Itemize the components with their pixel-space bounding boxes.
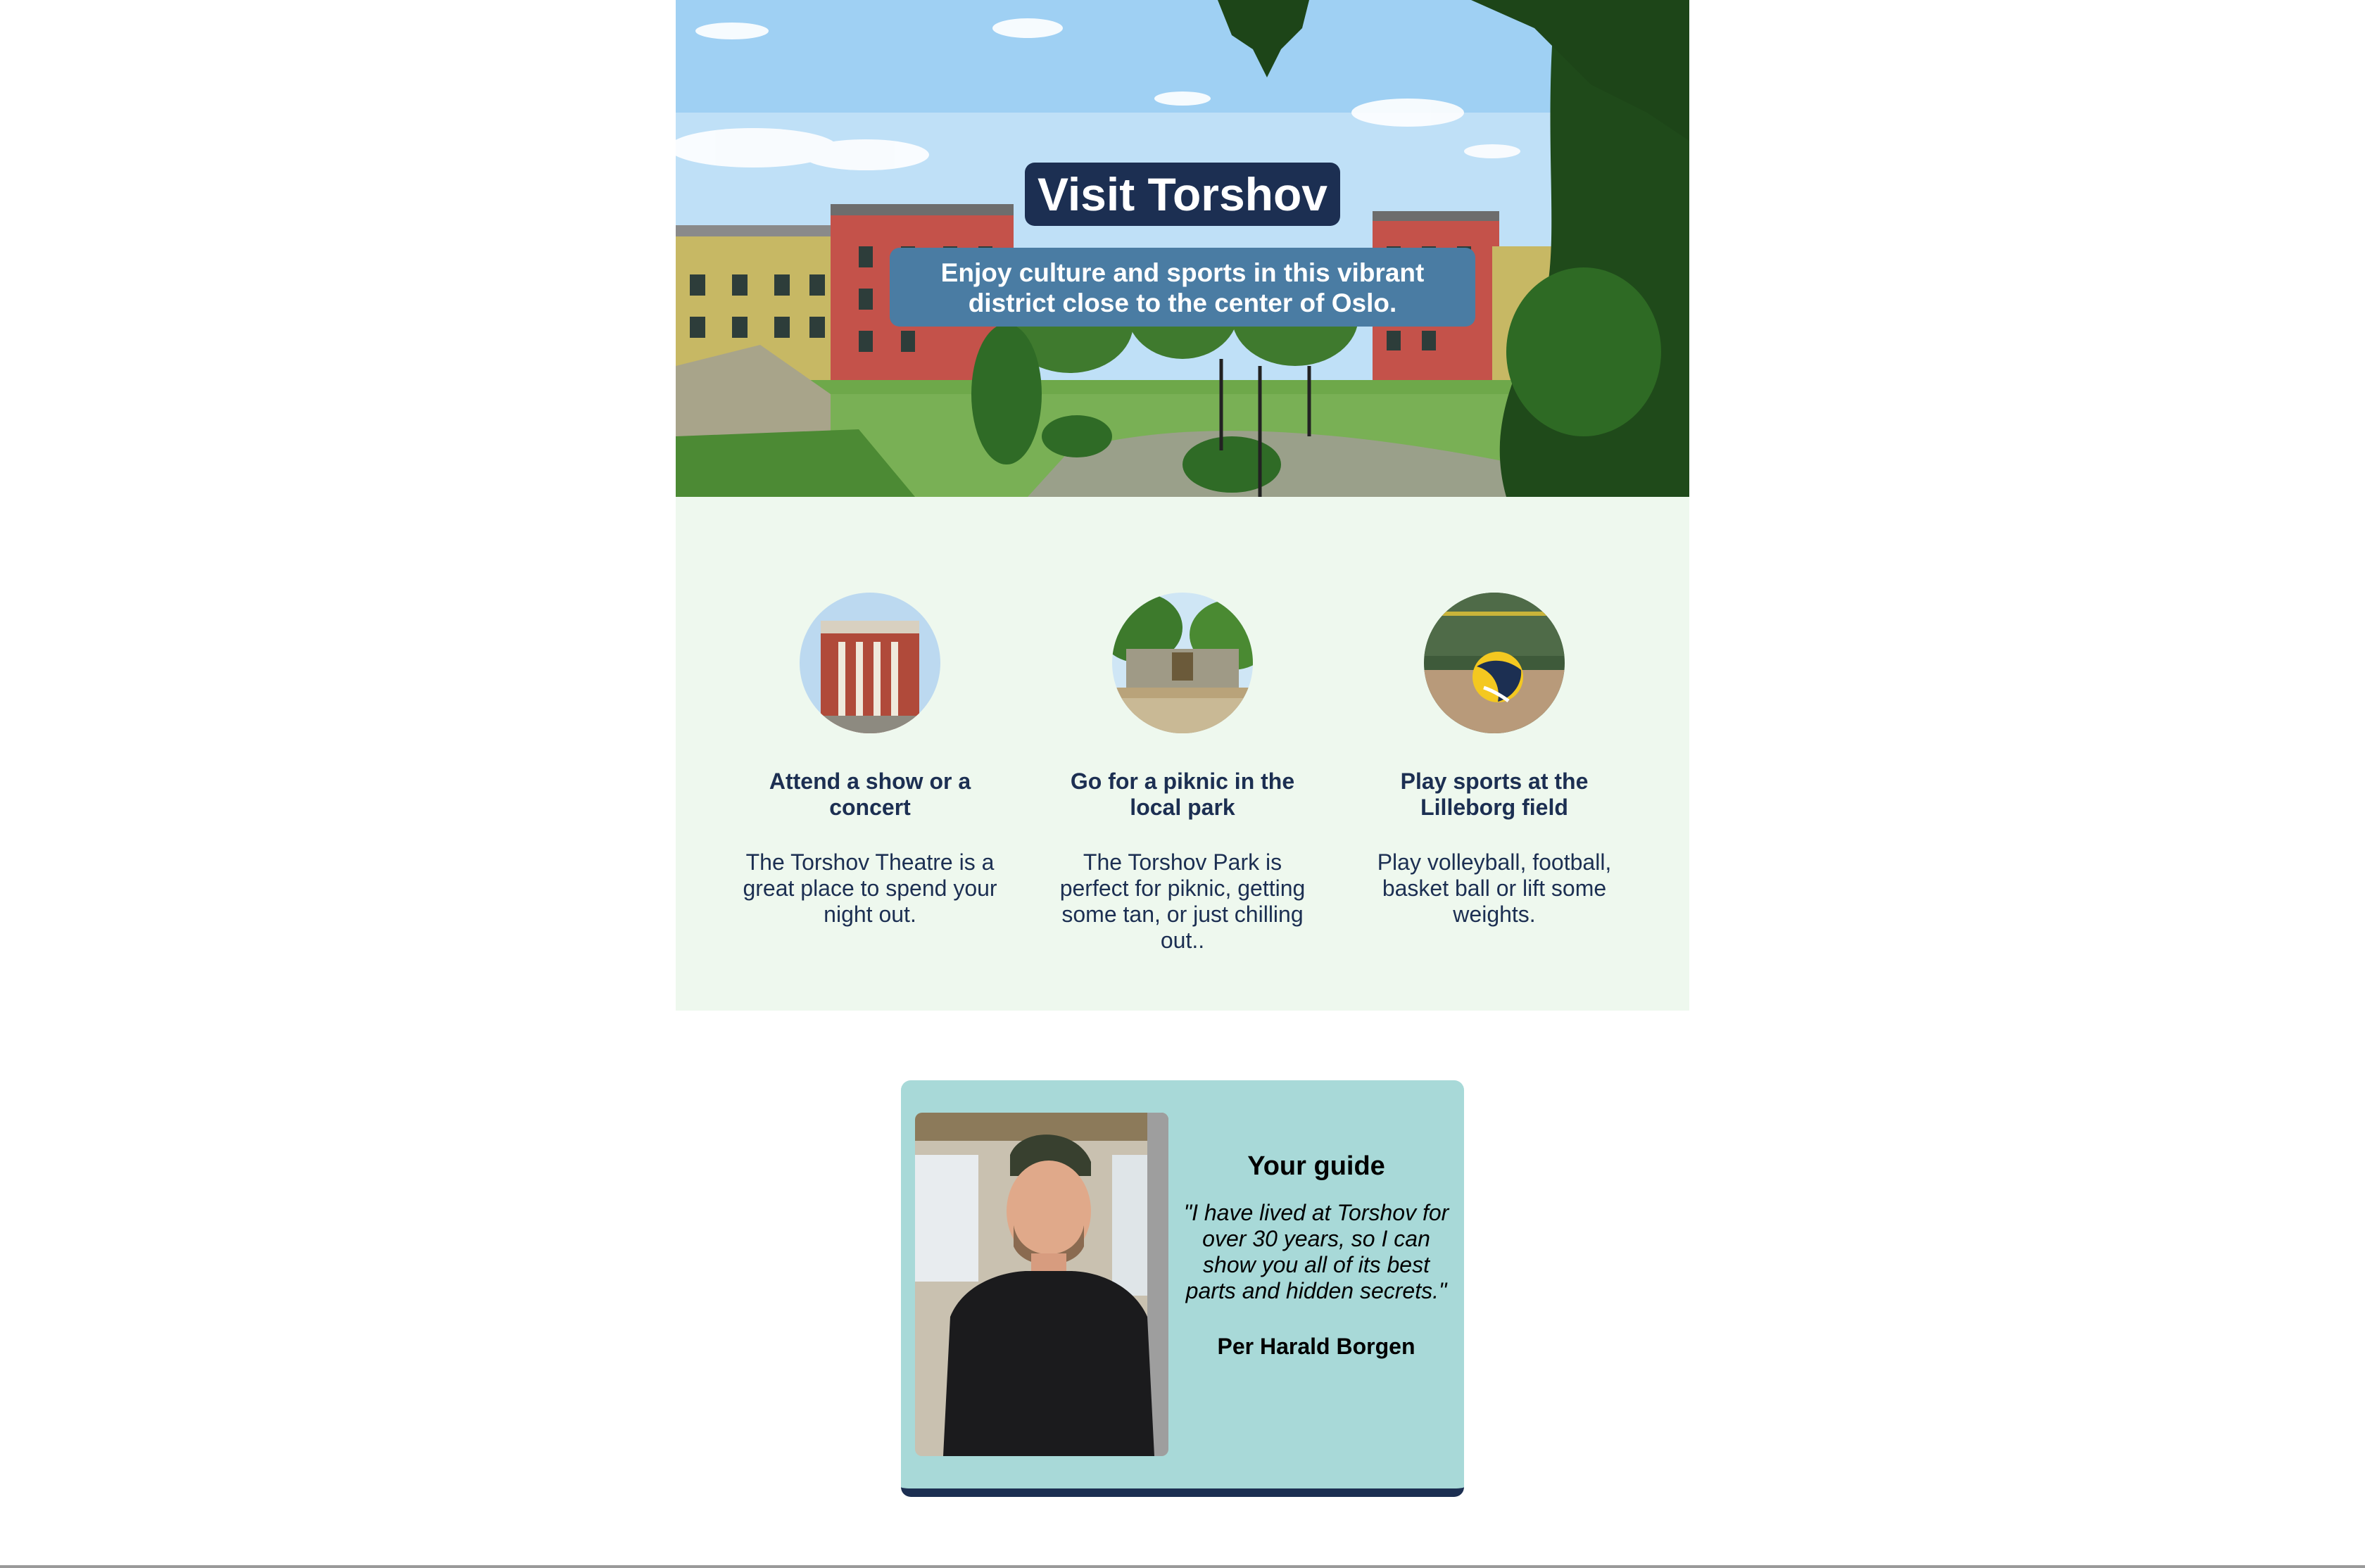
- theatre-photo-icon: [800, 593, 940, 733]
- activity-description: Play volleyball, football, basket ball o…: [1377, 849, 1612, 927]
- activities-section: Attend a show or a concert The Torshov T…: [676, 497, 1689, 1011]
- activity-park: Go for a piknic in the local park The To…: [1049, 593, 1316, 954]
- activity-heading: Go for a piknic in the local park: [1070, 769, 1295, 820]
- activity-description: The Torshov Park is perfect for piknic, …: [1059, 849, 1306, 953]
- guide-heading: Your guide: [1247, 1151, 1385, 1181]
- hero-title: Visit Torshov: [1025, 163, 1340, 226]
- park-photo-icon: [1112, 593, 1253, 733]
- guide-card: Your guide "I have lived at Torshov for …: [901, 1080, 1464, 1497]
- guide-text: Your guide "I have lived at Torshov for …: [1175, 1151, 1457, 1360]
- hero-subtitle: Enjoy culture and sports in this vibrant…: [890, 248, 1475, 327]
- activity-heading: Attend a show or a concert: [769, 769, 971, 820]
- activity-heading: Play sports at the Lilleborg field: [1400, 769, 1589, 820]
- guide-quote: "I have lived at Torshov for over 30 yea…: [1183, 1200, 1449, 1303]
- volleyball-photo-icon: [1424, 593, 1565, 733]
- activity-description: The Torshov Theatre is a great place to …: [743, 849, 997, 927]
- guide-photo: [915, 1113, 1168, 1456]
- activity-sports: Play sports at the Lilleborg field Play …: [1361, 593, 1628, 928]
- activity-theatre: Attend a show or a concert The Torshov T…: [736, 593, 1004, 928]
- guide-name: Per Harald Borgen: [1217, 1334, 1415, 1359]
- page: Visit Torshov Enjoy culture and sports i…: [0, 0, 2365, 1568]
- bottom-divider: [0, 1565, 2365, 1568]
